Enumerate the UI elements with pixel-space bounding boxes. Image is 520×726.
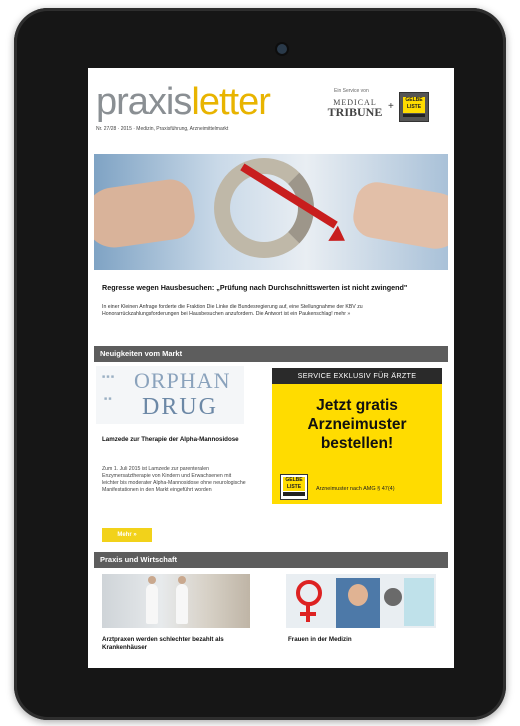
praxis-article-title-1[interactable]: Arztpraxen werden schlechter bezahlt als… xyxy=(102,636,252,652)
paragraph-sculpture-shape xyxy=(214,158,314,258)
arzneimuster-ad[interactable]: SERVICE EXKLUSIV FÜR ÄRZTE Jetzt gratis … xyxy=(272,368,442,504)
camera-icon xyxy=(277,44,287,54)
drug-word: DRUG xyxy=(142,394,219,420)
sketch-illustration xyxy=(404,578,434,626)
praxis-article-title-2[interactable]: Frauen in der Medizin xyxy=(288,636,438,644)
hand-right-shape xyxy=(349,178,448,254)
gelbe-liste-ad-logo: GELBE LISTE xyxy=(280,474,308,500)
hero-image[interactable] xyxy=(94,154,448,270)
ad-headline: Jetzt gratis Arzneimuster bestellen! xyxy=(307,397,407,452)
plus-sign: + xyxy=(388,101,394,112)
section-bar-market: Neuigkeiten vom Markt xyxy=(94,346,448,362)
lead-article-body: In einer Kleinen Anfrage forderte die Fr… xyxy=(102,304,363,317)
orphan-word: ORPHAN xyxy=(134,368,231,393)
doctor-figure xyxy=(146,576,158,624)
section-bar-praxis: Praxis und Wirtschaft xyxy=(94,552,448,568)
ad-footer: Arzneimuster nach AMG § 47(4) xyxy=(316,486,395,492)
medical-tribune-logo[interactable]: MEDICAL TRIBUNE xyxy=(326,98,384,118)
market-article-body: Zum 1. Juli 2015 ist Lamzede zur parente… xyxy=(102,466,246,493)
orphan-drug-image[interactable]: ■ ■ ■ ■ ■ ORPHAN DRUG xyxy=(96,366,244,424)
lead-article-title[interactable]: Regresse wegen Hausbesuchen: „Prüfung na… xyxy=(102,283,432,292)
play-icon xyxy=(384,588,402,606)
gelbe-liste-logo[interactable]: GELBE LISTE xyxy=(399,92,429,122)
ad-header: SERVICE EXKLUSIV FÜR ÄRZTE xyxy=(272,368,442,384)
newsletter-screen: praxisletter Nr. 27/28 · 2015 · Medizin,… xyxy=(88,68,454,668)
brand-logo[interactable]: praxisletter xyxy=(96,82,271,122)
doctor-portrait xyxy=(336,578,380,628)
doctors-corridor-image[interactable] xyxy=(102,574,250,628)
women-in-medicine-image[interactable] xyxy=(286,574,436,628)
doctor-figure xyxy=(176,576,188,624)
partner-label: Ein Service von xyxy=(334,88,369,94)
issue-line: Nr. 27/28 · 2015 · Medizin, Praxisführun… xyxy=(96,126,229,132)
hand-left-shape xyxy=(94,176,198,252)
more-button[interactable]: Mehr » xyxy=(102,528,152,542)
market-article-title[interactable]: Lamzede zur Therapie der Alpha-Mannosido… xyxy=(102,436,242,444)
red-arrow-head-shape xyxy=(328,225,350,249)
venus-symbol-icon xyxy=(296,580,322,606)
